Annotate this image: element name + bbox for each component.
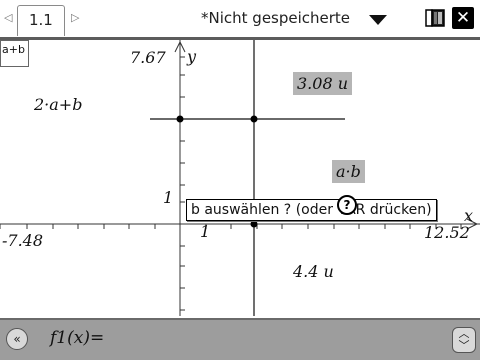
- length-measurement-2[interactable]: 4.4 u: [293, 262, 334, 281]
- expression-tag-box[interactable]: a+b: [0, 40, 29, 67]
- battery-icon: [425, 9, 445, 27]
- document-menu-dropdown-icon[interactable]: [369, 15, 387, 25]
- length-measurement-1[interactable]: 3.08 u: [293, 72, 353, 95]
- document-title: *Nicht gespeicherte: [201, 9, 351, 27]
- intersection-point: [250, 115, 258, 123]
- tab-1-1[interactable]: 1.1: [17, 5, 65, 36]
- point-on-x-axis: [250, 220, 258, 228]
- tab-label: 1.1: [29, 11, 53, 29]
- previous-page-icon[interactable]: ◁: [4, 11, 12, 24]
- tag-box-label: a+b: [2, 43, 25, 56]
- tooltip-text: b auswählen ? (oder VAR drücken): [191, 202, 432, 218]
- function-entry-bar: « f1(x)= ︿ ﹀: [0, 318, 480, 360]
- selection-tooltip: b auswählen ? (oder VAR drücken): [186, 199, 437, 221]
- point-on-y-axis: [176, 115, 184, 123]
- x-tick-label: 1: [200, 222, 211, 241]
- top-bar: ◁ 1.1 ▷ *Nicht gespeicherte ✕: [0, 0, 480, 38]
- x-max-label: 12.52: [424, 223, 470, 242]
- expand-entry-line-icon[interactable]: ︿ ﹀: [452, 327, 476, 353]
- graph-lines: [0, 40, 480, 316]
- help-cursor-icon: ?: [337, 195, 357, 215]
- close-icon[interactable]: ✕: [452, 7, 474, 29]
- expression-2a-plus-b[interactable]: 2·a+b: [34, 95, 82, 114]
- next-page-icon[interactable]: ▷: [71, 11, 79, 24]
- graph-canvas[interactable]: 7.67 y x -7.48 12.52 1 1 2·a+b a·b 3.08 …: [0, 40, 480, 316]
- y-axis-name: y: [187, 47, 197, 66]
- collapse-entry-line-icon[interactable]: «: [6, 328, 28, 350]
- x-min-label: -7.48: [2, 231, 44, 250]
- function-entry-label[interactable]: f1(x)=: [50, 328, 104, 348]
- y-tick-label: 1: [163, 188, 174, 207]
- expression-a-times-b[interactable]: a·b: [332, 160, 365, 183]
- y-max-label: 7.67: [130, 48, 166, 67]
